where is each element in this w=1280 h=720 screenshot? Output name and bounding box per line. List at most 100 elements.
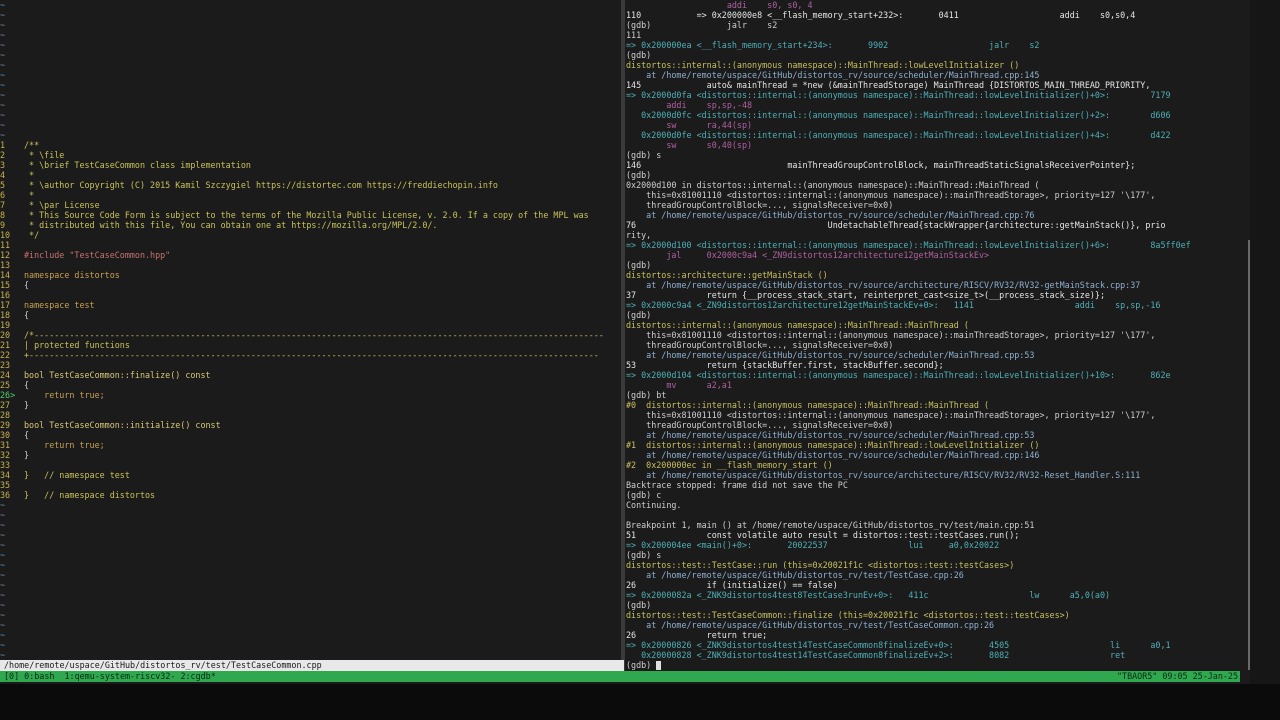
source-text: } // namespace distortos (24, 490, 156, 500)
gdb-output-line: => 0x2000d0fa <distortos::internal::(ano… (626, 90, 1171, 100)
source-text: return true; (24, 440, 105, 450)
source-line[interactable]: 19 (0, 320, 620, 330)
source-line[interactable]: 22 +-------------------------------------… (0, 350, 620, 360)
source-line[interactable]: 26> return true; (0, 390, 620, 400)
source-text: * \file (24, 150, 65, 160)
gdb-output-line: rity, (626, 230, 652, 240)
gdb-output-line: => 0x2000c9a4 <_ZN9distortos12architectu… (626, 300, 1161, 310)
source-line[interactable]: 1 /** (0, 140, 620, 150)
gdb-output-line: 76 UndetachableThread{stackWrapper{archi… (626, 220, 1166, 230)
gdb-console-pane[interactable]: addi s0, s0, 4 110 => 0x200000e8 <__flash… (626, 0, 1250, 670)
source-line[interactable]: 36} // namespace distortos (0, 490, 620, 500)
line-number: 27 (0, 400, 11, 410)
line-number: 32 (0, 450, 11, 460)
gdb-output-line: 51 const volatile auto result = distorto… (626, 530, 1020, 540)
source-line[interactable]: 13 (0, 260, 620, 270)
source-line[interactable]: 6 * (0, 190, 620, 200)
gdb-output-line: 111 (626, 30, 642, 40)
empty-buffer-line: ~ (0, 130, 6, 140)
empty-buffer-line: ~ (0, 610, 6, 620)
gdb-output-line: threadGroupControlBlock=..., signalsRece… (626, 200, 894, 210)
gdb-output-line: #0 distortos::internal::(anonymous names… (626, 400, 990, 410)
source-line[interactable]: 10 */ (0, 230, 620, 240)
source-line[interactable]: 18 { (0, 310, 620, 320)
source-line[interactable]: 3 * \brief TestCaseCommon class implemen… (0, 160, 620, 170)
gdb-output-line: (gdb) s (626, 150, 662, 160)
source-text: * (24, 190, 35, 200)
vim-source-pane[interactable]: ~ ~ ~ ~ ~ ~ ~ ~ ~ ~ ~ ~ ~ ~1/** 2 * \file 3 * \brief Te… (0, 0, 620, 659)
source-line[interactable]: 15 { (0, 280, 620, 290)
source-line[interactable]: 29 bool TestCaseCommon::initialize() cons… (0, 420, 620, 430)
gdb-output-line: at /home/remote/uspace/GitHub/distortos_… (626, 450, 1040, 460)
gdb-output-line: (gdb) s (626, 550, 662, 560)
source-line[interactable]: 28 (0, 410, 620, 420)
source-line[interactable]: 12 #include "TestCaseCommon.hpp" (0, 250, 620, 260)
gdb-output-line: 37 return {__process_stack_start, reinte… (626, 290, 1106, 300)
source-line[interactable]: 24 bool TestCaseCommon::finalize() const (0, 370, 620, 380)
gdb-output-line: 26 return true; (626, 630, 768, 640)
line-number: 33 (0, 460, 11, 470)
source-line[interactable]: 31 return true; (0, 440, 620, 450)
source-line[interactable]: 35 (0, 480, 620, 490)
empty-buffer-line: ~ (0, 510, 6, 520)
source-line[interactable]: 14 namespace distortos (0, 270, 620, 280)
empty-buffer-line: ~ (0, 500, 6, 510)
text-cursor (656, 661, 662, 670)
source-line[interactable]: 9 * distributed with this file, You can … (0, 220, 620, 230)
source-line[interactable]: 34} // namespace test (0, 470, 620, 480)
source-line[interactable]: 16 (0, 290, 620, 300)
gdb-output-line: #2 0x200000ec in __flash_memory_start () (626, 460, 833, 470)
source-line[interactable]: 23 (0, 360, 620, 370)
source-line[interactable]: 25 { (0, 380, 620, 390)
pane-divider[interactable] (621, 0, 625, 671)
line-number: 23 (0, 360, 11, 370)
line-number: 30 (0, 430, 11, 440)
gdb-output-line: #1 distortos::internal::(anonymous names… (626, 440, 1040, 450)
line-number: 5 (0, 180, 6, 190)
empty-buffer-line: ~ (0, 600, 6, 610)
empty-buffer-line: ~ (0, 590, 6, 600)
source-line[interactable]: 2 * \file (0, 150, 620, 160)
line-number: 14 (0, 270, 11, 280)
gdb-output-line: (gdb) bt (626, 390, 667, 400)
line-number: 13 (0, 260, 11, 270)
source-text: * This Source Code Form is subject to th… (24, 210, 589, 220)
vim-status-line: /home/remote/uspace/GitHub/distortos_rv/… (0, 660, 624, 671)
line-number: 6 (0, 190, 6, 200)
empty-buffer-line: ~ (0, 550, 6, 560)
gdb-output-line: sw ra,44(sp) (626, 120, 753, 130)
source-line[interactable]: 30 { (0, 430, 620, 440)
empty-buffer-line: ~ (0, 50, 6, 60)
empty-buffer-line: ~ (0, 120, 6, 130)
source-line[interactable]: 20 /*------------------------------------… (0, 330, 620, 340)
gdb-output-line: (gdb) jalr s2 (626, 20, 778, 30)
gdb-output-line: at /home/remote/uspace/GitHub/distortos_… (626, 570, 964, 580)
source-line[interactable]: 32} (0, 450, 620, 460)
gdb-output-line: 26 if (initialize() == false) (626, 580, 838, 590)
line-number: 7 (0, 200, 6, 210)
source-text: +---------------------------------------… (24, 350, 599, 360)
tmux-window-list[interactable]: [0] 0:bash 1:qemu-system-riscv32- 2:cgdb… (4, 671, 216, 682)
source-line[interactable]: 7 * \par License (0, 200, 620, 210)
line-number: 8 (0, 210, 6, 220)
gdb-output-line: (gdb) (626, 660, 1250, 670)
empty-buffer-line: ~ (0, 30, 6, 40)
source-line[interactable]: 5 * \author Copyright (C) 2015 Kamil Szc… (0, 180, 620, 190)
source-text: * \par License (24, 200, 100, 210)
gdb-output-line: 53 return {stackBuffer.first, stackBuffe… (626, 360, 944, 370)
source-line[interactable]: 17 namespace test (0, 300, 620, 310)
source-line[interactable]: 11 (0, 240, 620, 250)
line-number: 35 (0, 480, 11, 490)
line-number: 12 (0, 250, 11, 260)
empty-buffer-line: ~ (0, 0, 6, 10)
line-number: 2 (0, 150, 6, 160)
source-line[interactable]: 27} (0, 400, 620, 410)
source-text: } (24, 450, 30, 460)
source-line[interactable]: 21 | protected functions (0, 340, 620, 350)
source-line[interactable]: 33 (0, 460, 620, 470)
tmux-status-bar: [0] 0:bash 1:qemu-system-riscv32- 2:cgdb… (0, 671, 1240, 682)
source-line[interactable]: 4 * (0, 170, 620, 180)
gdb-output-line: 0x2000d0fe <distortos::internal::(anonym… (626, 130, 1171, 140)
source-line[interactable]: 8 * This Source Code Form is subject to … (0, 210, 620, 220)
gdb-output-line: at /home/remote/uspace/GitHub/distortos_… (626, 350, 1035, 360)
